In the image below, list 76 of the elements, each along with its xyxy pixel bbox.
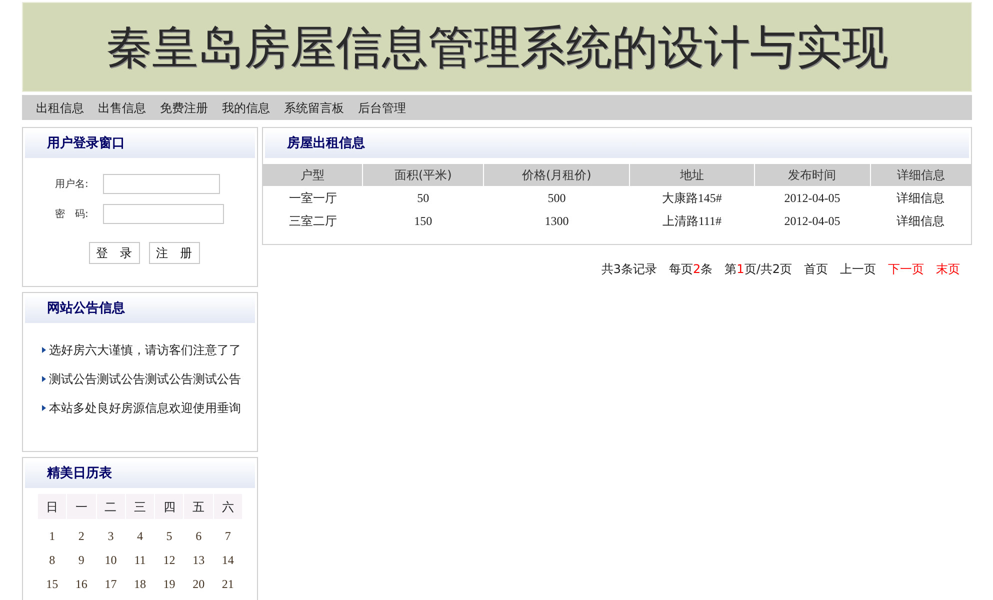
bullet-icon [42,376,46,382]
pagination-info: 第1页/共2页 [724,261,792,278]
table-cell-text: 1300 [544,212,570,230]
calendar-day[interactable]: 16 [67,575,96,593]
weekday-header: 日 [38,494,66,519]
pagination-link[interactable]: 末页 [936,260,960,278]
column-header: 价格(月租价) [484,164,630,186]
detail-link[interactable]: 详细信息 [870,186,971,209]
calendar-day[interactable]: 20 [184,575,213,593]
field-label: 密 码: [55,208,90,222]
column-header: 详细信息 [870,164,971,186]
table-cell-text: 三室二厅 [288,212,338,230]
weekday-header: 四 [155,494,184,519]
panel-title: 用户登录窗口 [47,134,125,154]
nav-link[interactable]: 我的信息 [222,98,270,116]
column-header: 地址 [630,164,754,186]
form-button[interactable]: 注 册 [148,242,200,264]
table-cell: 一室一厅 [263,186,363,209]
calendar-day[interactable]: 15 [38,575,66,593]
pagination-link[interactable]: 首页 [804,260,828,278]
form-button[interactable]: 登 录 [88,242,140,264]
calendar-day[interactable]: 12 [155,551,184,569]
column-header: 户型 [263,164,363,186]
table-cell: 大康路145# [630,186,754,209]
calendar-day[interactable]: 8 [38,551,66,569]
calendar-day[interactable]: 14 [214,551,242,569]
notice-link[interactable]: 测试公告测试公告测试公告测试公告 [49,370,241,388]
nav-link[interactable]: 后台管理 [358,98,406,116]
table-cell: 500 [484,186,630,209]
bullet-icon [42,405,46,411]
table-cell-text: 2012-04-05 [783,212,842,230]
table-cell-text: 上清路111# [661,212,722,230]
pagination-info: 共3条记录 [601,261,658,278]
bullet-icon [42,347,46,353]
panel-title: 精美日历表 [47,464,112,484]
calendar-day[interactable]: 4 [126,527,154,545]
calendar-day[interactable]: 17 [96,575,125,593]
notice-link[interactable]: 选好房六大谨慎，请访客们注意了了 [49,341,241,359]
calendar-day[interactable]: 13 [184,551,213,569]
detail-link[interactable]: 详细信息 [870,209,971,232]
calendar-day[interactable]: 3 [96,527,125,545]
weekday-header: 六 [214,494,242,519]
nav-link[interactable]: 出租信息 [36,98,84,116]
panel-title: 房屋出租信息 [287,134,365,154]
calendar-day[interactable]: 11 [126,551,154,569]
table-cell: 2012-04-05 [754,186,870,209]
pagination-link[interactable]: 下一页 [888,260,924,278]
nav-link[interactable]: 出售信息 [98,98,146,116]
calendar-day[interactable]: 7 [214,527,242,545]
calendar-day[interactable]: 21 [214,575,242,593]
calendar-day[interactable]: 2 [67,527,96,545]
calendar-day[interactable]: 6 [184,527,213,545]
column-header: 面积(平米) [362,164,484,186]
weekday-header: 五 [184,494,213,519]
column-header: 发布时间 [754,164,870,186]
pagination-info: 每页2条 [669,261,713,278]
input-field[interactable] [103,204,224,224]
nav-link[interactable]: 系统留言板 [284,98,344,116]
weekday-header: 三 [126,494,154,519]
site-title: 秦皇岛房屋信息管理系统的设计与实现 [106,20,888,74]
nav-link[interactable]: 免费注册 [160,98,208,116]
input-field[interactable] [103,174,220,194]
calendar-day[interactable]: 18 [126,575,154,593]
calendar-day[interactable]: 10 [96,551,125,569]
table-cell-text: 150 [413,212,434,230]
calendar-day[interactable]: 9 [67,551,96,569]
calendar-day[interactable]: 19 [155,575,184,593]
calendar-day[interactable]: 1 [38,527,66,545]
pagination-link[interactable]: 上一页 [840,260,876,278]
panel-title: 网站公告信息 [47,300,125,318]
weekday-header: 二 [96,494,125,519]
field-label: 用户名: [55,178,90,192]
notice-link[interactable]: 本站多处良好房源信息欢迎使用垂询 [49,399,241,417]
calendar-day[interactable]: 5 [155,527,184,545]
weekday-header: 一 [67,494,96,519]
table-cell: 50 [362,186,484,209]
